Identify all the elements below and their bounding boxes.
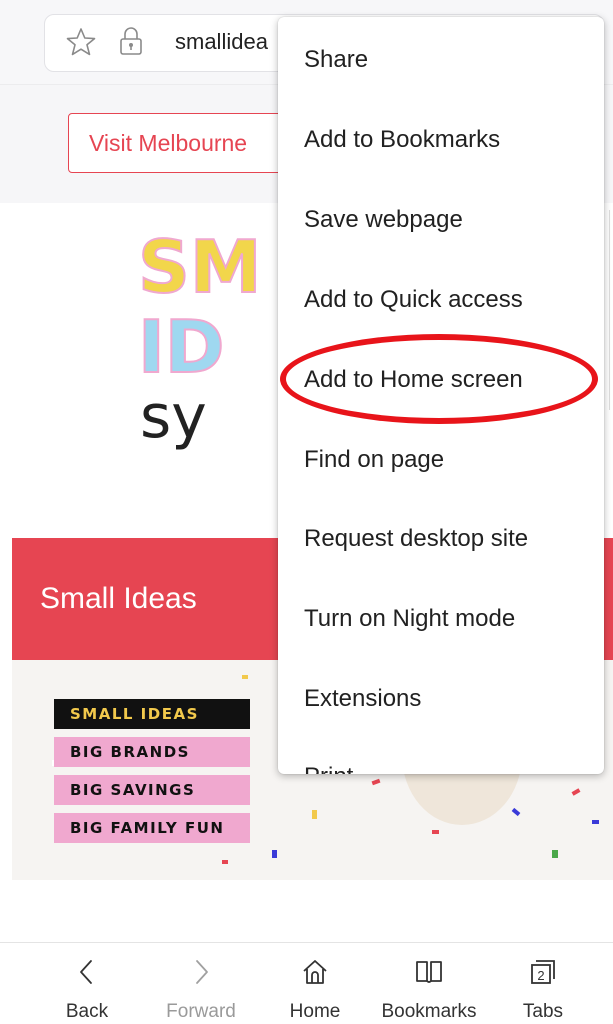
menu-item-find-on-page[interactable]: Find on page <box>304 446 444 474</box>
svg-text:sy: sy <box>140 382 207 452</box>
forward-icon <box>196 960 208 984</box>
nav-back-label: Back <box>65 1001 109 1022</box>
nav-forward-label: Forward <box>166 1001 236 1022</box>
tag-small-ideas: SMALL IDEAS <box>54 699 250 729</box>
svg-text:2: 2 <box>537 968 544 983</box>
nav-tabs-button[interactable]: 2 Tabs <box>488 943 598 1024</box>
nav-forward-button[interactable]: Forward <box>146 943 256 1024</box>
lock-icon <box>120 27 142 55</box>
tag-big-savings: BIG SAVINGS <box>54 775 250 805</box>
menu-item-add-to-home-screen[interactable]: Add to Home screen <box>304 366 523 394</box>
nav-bookmarks-button[interactable]: Bookmarks <box>374 943 484 1024</box>
svg-text:SM: SM <box>138 225 262 309</box>
menu-item-save-webpage[interactable]: Save webpage <box>304 206 463 234</box>
nav-back-button[interactable]: Back <box>32 943 142 1024</box>
star-icon[interactable] <box>65 26 97 58</box>
menu-item-print[interactable]: Print <box>304 763 353 774</box>
menu-item-add-to-quick-access[interactable]: Add to Quick access <box>304 286 523 314</box>
menu-item-add-to-bookmarks[interactable]: Add to Bookmarks <box>304 126 500 154</box>
tag-big-family-fun: BIG FAMILY FUN <box>54 813 250 843</box>
browser-options-menu: Share Add to Bookmarks Save webpage Add … <box>278 17 604 774</box>
nav-home-button[interactable]: Home <box>260 943 370 1024</box>
bookmarks-icon <box>416 961 442 983</box>
nav-home-label: Home <box>289 1001 341 1022</box>
menu-item-turn-on-night-mode[interactable]: Turn on Night mode <box>304 605 515 633</box>
bottom-navigation-bar: Back Forward Home Bookmarks 2 Tabs <box>0 942 613 1024</box>
menu-item-extensions[interactable]: Extensions <box>304 685 421 713</box>
nav-tabs-label: Tabs <box>522 1001 564 1022</box>
menu-item-request-desktop-site[interactable]: Request desktop site <box>304 525 528 553</box>
url-text: smallidea <box>175 29 268 54</box>
nav-bookmarks-label: Bookmarks <box>381 1001 477 1022</box>
page-divider <box>609 210 613 410</box>
back-icon <box>80 960 92 984</box>
small-ideas-logo: SM ID sy <box>137 224 263 452</box>
tag-big-brands: BIG BRANDS <box>54 737 250 767</box>
banner-title: Small Ideas <box>40 582 197 615</box>
tabs-icon: 2 <box>531 960 555 984</box>
home-icon <box>303 960 327 984</box>
menu-item-share[interactable]: Share <box>304 46 368 74</box>
svg-text:ID: ID <box>138 305 225 389</box>
